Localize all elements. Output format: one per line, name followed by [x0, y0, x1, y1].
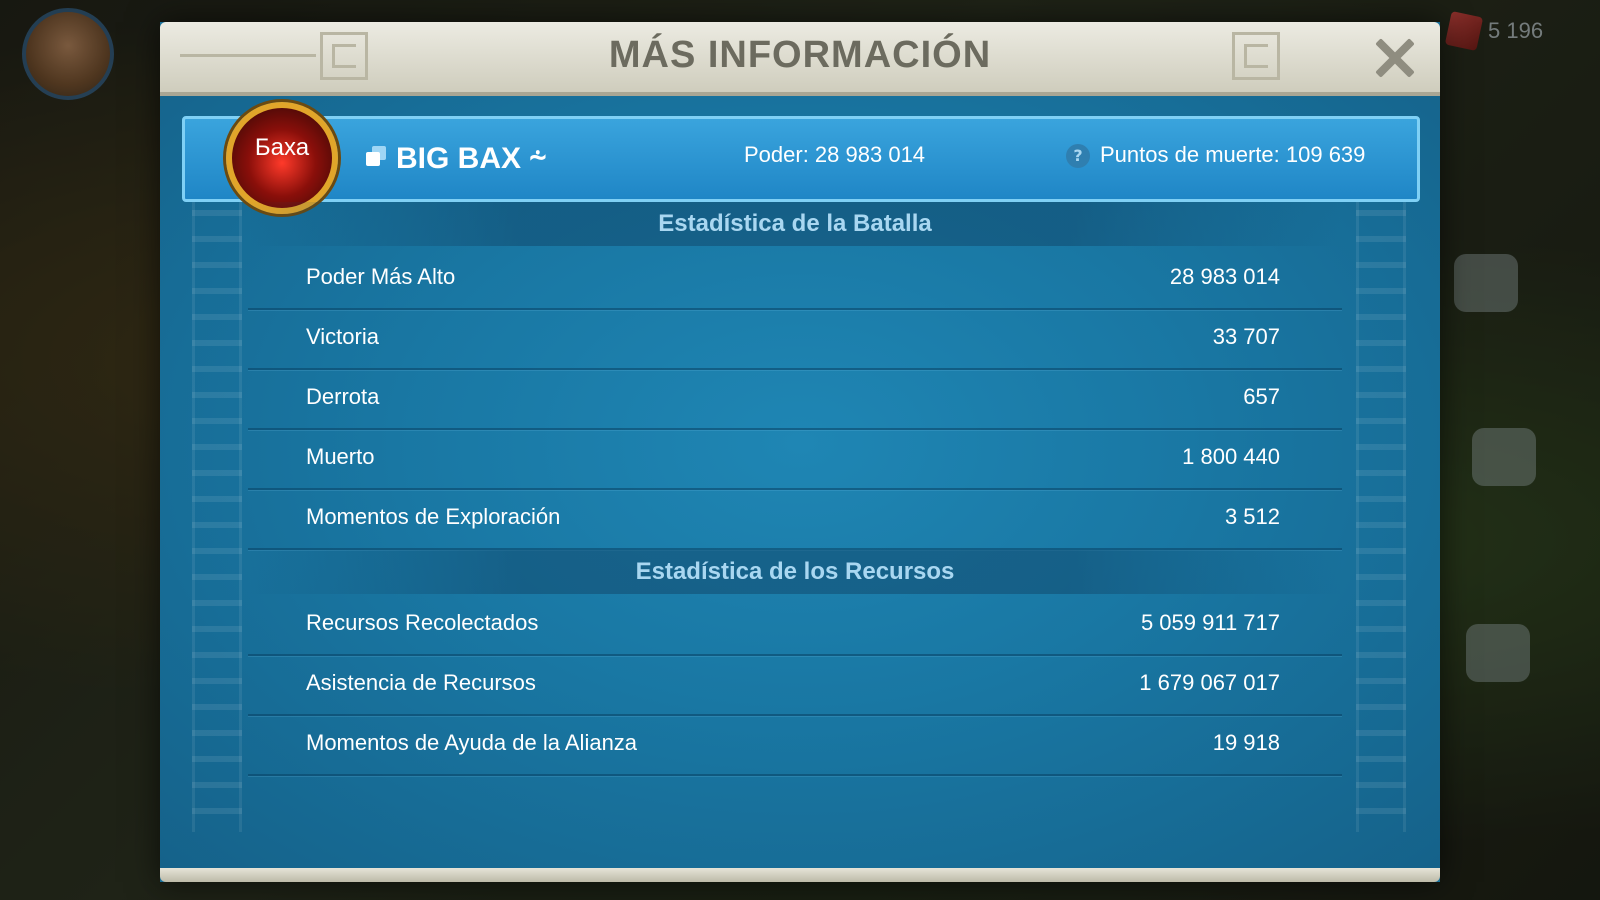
dialog-header: MÁS INFORMACIÓN: [160, 22, 1440, 96]
stat-row: Muerto 1 800 440: [248, 428, 1342, 490]
question-help-icon[interactable]: ?: [1066, 144, 1090, 168]
stat-label: Recursos Recolectados: [306, 610, 539, 635]
wood-resource-bubble-icon: [1472, 428, 1536, 486]
more-info-dialog: MÁS INFORMACIÓN Баха BIG BAX ⸞ Poder: 28…: [160, 22, 1440, 882]
dialog-title: MÁS INFORMACIÓN: [608, 34, 992, 76]
stat-label: Momentos de Ayuda de la Alianza: [306, 730, 638, 755]
stat-row: Momentos de Ayuda de la Alianza 19 918: [248, 714, 1342, 776]
stone-resource-bubble-icon: [1454, 254, 1518, 312]
greek-border-left: [192, 132, 242, 832]
stat-label: Poder Más Alto: [306, 264, 456, 289]
stat-value: 657: [1243, 384, 1280, 409]
stat-label: Victoria: [306, 324, 379, 349]
stat-value: 1 800 440: [1182, 444, 1280, 469]
resource-stats-header: Estadística de los Recursos: [248, 550, 1342, 594]
stat-label: Asistencia de Recursos: [306, 670, 536, 695]
stat-value: 1 679 067 017: [1139, 670, 1280, 695]
stat-value: 33 707: [1212, 324, 1280, 349]
battle-stats-title: Estadística de la Batalla: [658, 210, 932, 237]
stat-row: Poder Más Alto 28 983 014: [248, 248, 1342, 310]
background-profile-avatar: [22, 8, 114, 100]
stat-label: Muerto: [306, 444, 375, 469]
stat-row: Victoria 33 707: [248, 308, 1342, 370]
battle-stats-header: Estadística de la Batalla: [248, 202, 1342, 246]
stat-row: Recursos Recolectados 5 059 911 717: [248, 594, 1342, 656]
player-avatar[interactable]: Баха: [226, 102, 338, 214]
dialog-footer: [160, 868, 1440, 882]
close-icon[interactable]: [1372, 36, 1416, 80]
stat-value: 19 918: [1212, 730, 1280, 755]
stat-label: Derrota: [306, 384, 380, 409]
greek-border-right: [1356, 132, 1406, 832]
alliance-tag-icon: [366, 146, 386, 166]
player-power: Poder: 28 983 014: [744, 142, 926, 167]
stat-label: Momentos de Exploración: [306, 504, 561, 529]
resource-stats-title: Estadística de los Recursos: [635, 558, 955, 585]
stat-value: 3 512: [1224, 504, 1280, 529]
stat-row: Momentos de Exploración 3 512: [248, 488, 1342, 550]
stat-row: Derrota 657: [248, 368, 1342, 430]
stat-row: Asistencia de Recursos 1 679 067 017: [248, 654, 1342, 716]
stat-value: 28 983 014: [1169, 264, 1280, 289]
gem-count: 5 196: [1488, 18, 1544, 43]
player-name: BIG BAX ⸞: [396, 142, 547, 175]
stat-value: 5 059 911 717: [1140, 610, 1280, 635]
food-resource-bubble-icon: [1466, 624, 1530, 682]
death-points: Puntos de muerte: 109 639: [1100, 142, 1366, 167]
avatar-name: Баха: [254, 134, 310, 161]
